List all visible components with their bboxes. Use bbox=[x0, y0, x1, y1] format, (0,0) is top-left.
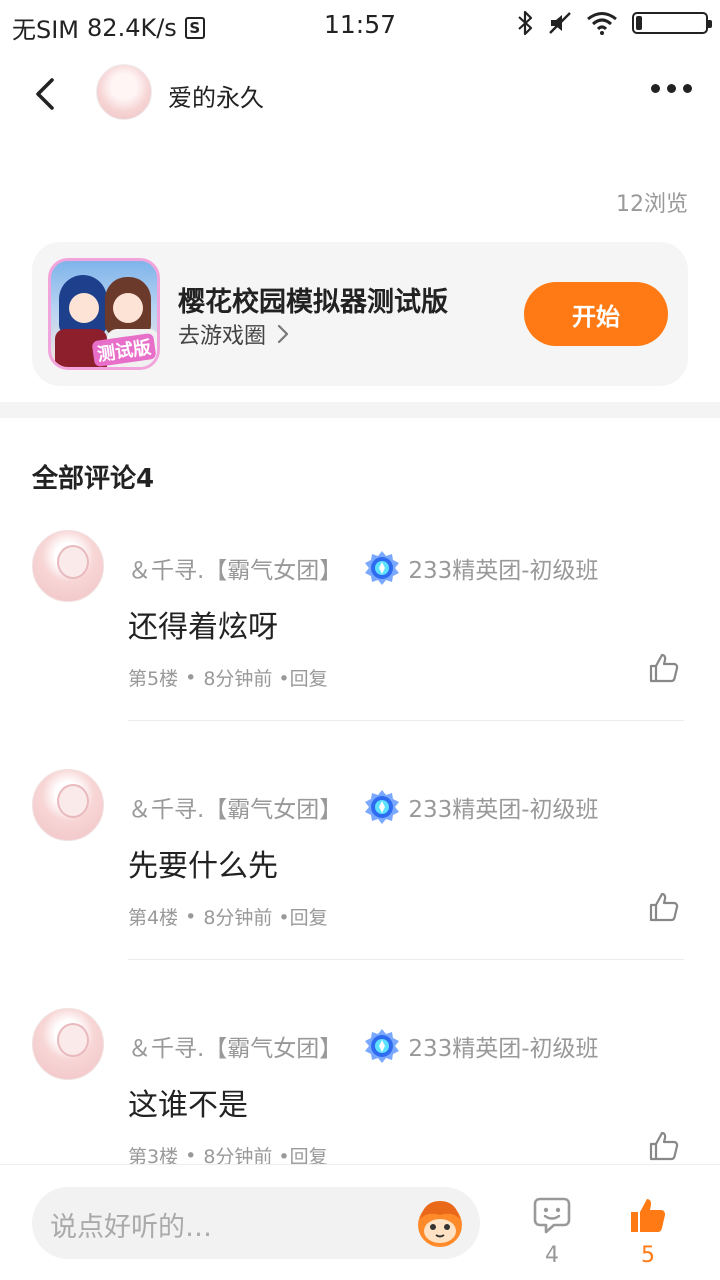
game-title[interactable]: 樱花校园模拟器测试版 bbox=[178, 280, 448, 319]
view-count: 12浏览 bbox=[616, 192, 688, 217]
thumbs-up-icon bbox=[631, 1199, 666, 1232]
game-card[interactable]: 测试版 樱花校园模拟器测试版 去游戏圈 开始 bbox=[32, 242, 688, 386]
wifi-icon bbox=[587, 12, 617, 35]
comment-time: 8分钟前 bbox=[203, 907, 273, 929]
like-count-button[interactable]: 5 bbox=[626, 1195, 670, 1275]
comment-footer: 第5楼 • 8分钟前 •回复 bbox=[128, 664, 328, 691]
comment-text: 还得着炫呀 bbox=[128, 610, 278, 645]
mute-icon bbox=[549, 12, 571, 34]
more-button[interactable] bbox=[651, 84, 692, 93]
section-divider bbox=[0, 402, 720, 418]
comment-meta: ＆千寻.【霸气女团】 233精英团-初级班 bbox=[128, 550, 599, 586]
commenter-avatar[interactable] bbox=[32, 530, 104, 602]
battery-icon bbox=[632, 12, 712, 34]
comment-footer: 第4楼 • 8分钟前 •回复 bbox=[128, 903, 328, 930]
more-dots-icon bbox=[651, 84, 660, 93]
comment-count-button[interactable]: 4 bbox=[530, 1195, 574, 1275]
post-header: 爱的永久 bbox=[0, 56, 720, 132]
comment-text: 先要什么先 bbox=[128, 849, 278, 884]
medal-icon bbox=[365, 551, 400, 585]
game-circle-link[interactable]: 去游戏圈 bbox=[178, 318, 290, 350]
comment-item: ＆千寻.【霸气女团】 233精英团-初级班 还得着炫呀 第5楼 • 8分钟前 •… bbox=[0, 530, 720, 769]
reply-link[interactable]: •回复 bbox=[278, 903, 327, 930]
status-bar: 无SIM 82.4K/s S 11:57 bbox=[0, 0, 720, 50]
author-name[interactable]: 爱的永久 bbox=[168, 78, 264, 113]
more-dot bbox=[667, 84, 676, 93]
medal-label: 233精英团-初级班 bbox=[408, 797, 599, 823]
game-circle-label: 去游戏圈 bbox=[178, 324, 267, 349]
game-art-face bbox=[113, 293, 143, 323]
floor-number: 第5楼 bbox=[128, 668, 179, 690]
commenter-name[interactable]: ＆千寻.【霸气女团】 bbox=[128, 551, 342, 585]
footer-separator: • bbox=[185, 666, 197, 689]
comment-count: 4 bbox=[545, 1243, 559, 1268]
thumbs-up-icon[interactable] bbox=[648, 652, 680, 684]
commenter-name[interactable]: ＆千寻.【霸气女团】 bbox=[128, 790, 342, 824]
emoji-face-icon[interactable] bbox=[410, 1193, 470, 1253]
commenter-name[interactable]: ＆千寻.【霸气女团】 bbox=[128, 1029, 342, 1063]
back-button[interactable] bbox=[26, 74, 66, 114]
comment-separator bbox=[128, 720, 684, 721]
commenter-avatar[interactable] bbox=[32, 769, 104, 841]
chevron-left-icon bbox=[36, 78, 54, 110]
like-count: 5 bbox=[641, 1243, 655, 1268]
comment-meta: ＆千寻.【霸气女团】 233精英团-初级班 bbox=[128, 789, 599, 825]
medal-label: 233精英团-初级班 bbox=[408, 1036, 599, 1062]
comment-time: 8分钟前 bbox=[203, 668, 273, 690]
comment-separator bbox=[128, 959, 684, 960]
comments-heading: 全部评论4 bbox=[32, 464, 155, 494]
start-game-button[interactable]: 开始 bbox=[524, 282, 668, 346]
game-icon[interactable]: 测试版 bbox=[48, 258, 160, 370]
chevron-right-icon bbox=[277, 324, 289, 344]
commenter-avatar[interactable] bbox=[32, 1008, 104, 1080]
comment-input[interactable]: 说点好听的… bbox=[32, 1187, 480, 1259]
footer-separator: • bbox=[185, 905, 197, 928]
comment-item: ＆千寻.【霸气女团】 233精英团-初级班 先要什么先 第4楼 • 8分钟前 •… bbox=[0, 769, 720, 1008]
more-dot bbox=[683, 84, 692, 93]
medal-icon bbox=[365, 790, 400, 824]
thumbs-up-icon[interactable] bbox=[648, 891, 680, 923]
comment-input-placeholder: 说点好听的… bbox=[50, 1212, 212, 1243]
status-right bbox=[516, 10, 712, 36]
bottom-bar: 说点好听的… 4 5 bbox=[0, 1164, 720, 1280]
medal-label: 233精英团-初级班 bbox=[408, 558, 599, 584]
comment-text: 这谁不是 bbox=[128, 1088, 248, 1123]
comment-bubble-icon bbox=[533, 1197, 571, 1234]
game-art-face bbox=[69, 293, 99, 323]
thumbs-up-icon[interactable] bbox=[648, 1130, 680, 1162]
author-avatar[interactable] bbox=[96, 64, 152, 120]
comment-meta: ＆千寻.【霸气女团】 233精英团-初级班 bbox=[128, 1028, 599, 1064]
medal-icon bbox=[365, 1029, 400, 1063]
reply-link[interactable]: •回复 bbox=[278, 664, 327, 691]
bluetooth-icon bbox=[518, 10, 533, 36]
floor-number: 第4楼 bbox=[128, 907, 179, 929]
